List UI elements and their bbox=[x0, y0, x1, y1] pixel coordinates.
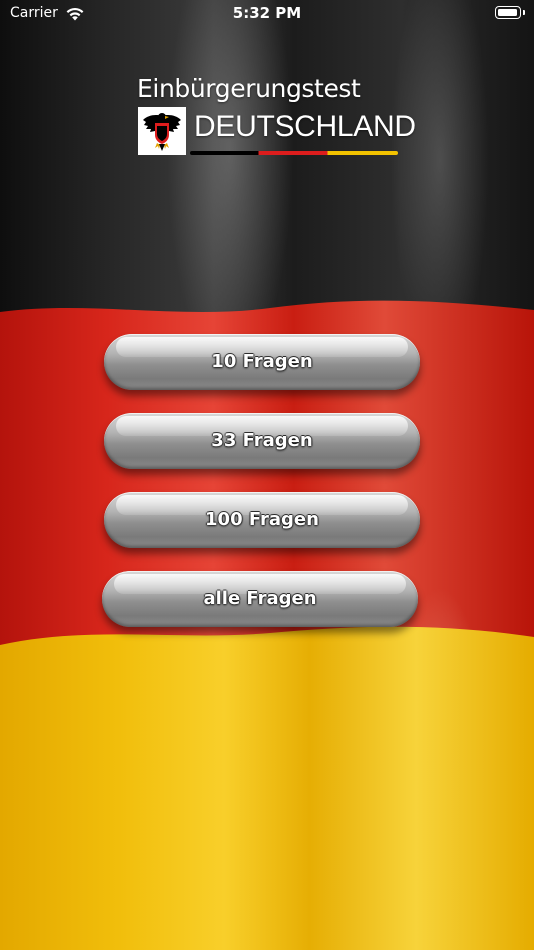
thirty-three-questions-label: 33 Fragen bbox=[211, 430, 313, 451]
all-questions-label: alle Fragen bbox=[203, 588, 317, 609]
question-count-menu: 10 Fragen 33 Fragen 100 Fragen alle Frag… bbox=[0, 0, 534, 950]
thirty-three-questions-button[interactable]: 33 Fragen bbox=[104, 413, 420, 469]
ten-questions-button[interactable]: 10 Fragen bbox=[104, 334, 420, 390]
hundred-questions-button[interactable]: 100 Fragen bbox=[104, 492, 420, 548]
all-questions-button[interactable]: alle Fragen bbox=[102, 571, 418, 627]
ten-questions-label: 10 Fragen bbox=[211, 351, 313, 372]
hundred-questions-label: 100 Fragen bbox=[205, 509, 319, 530]
